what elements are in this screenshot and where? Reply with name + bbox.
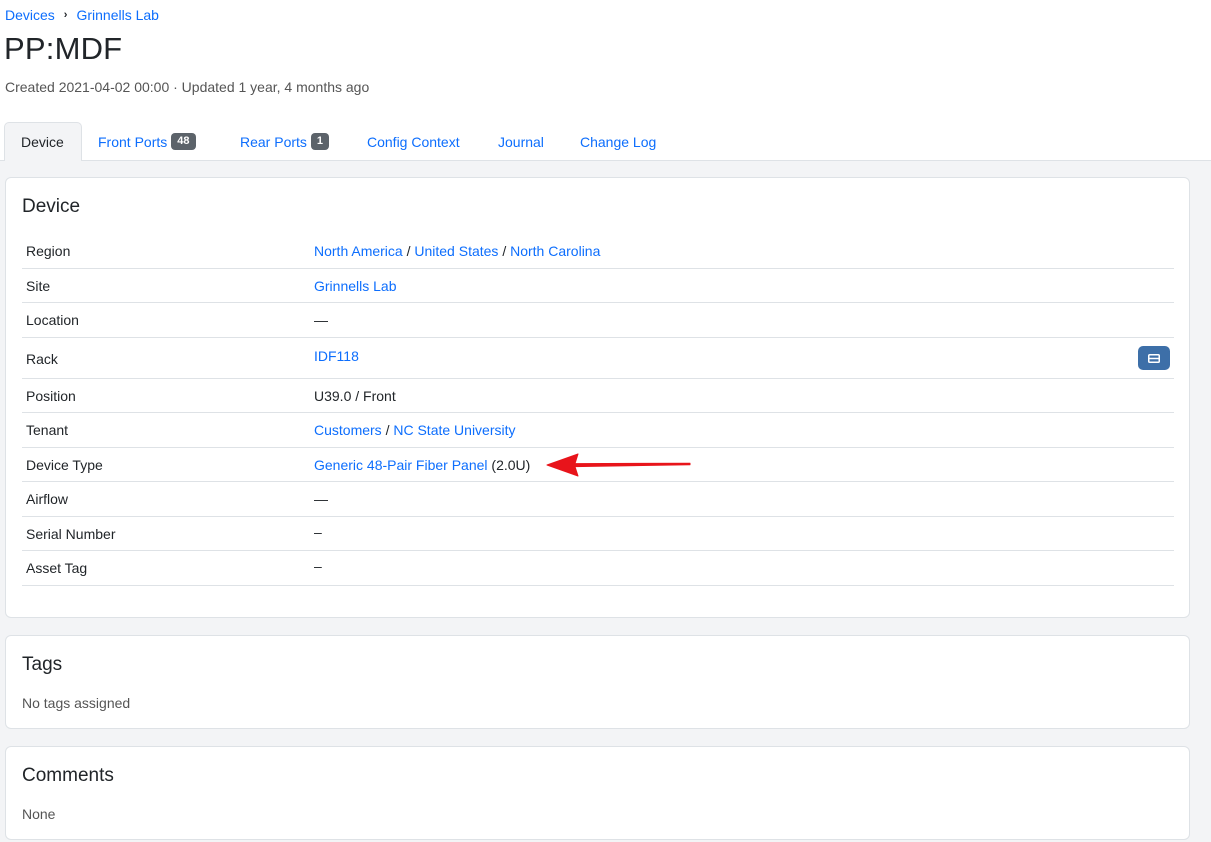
device-type-label: Device Type — [26, 457, 103, 473]
tab-change-log[interactable]: Change Log — [564, 122, 672, 161]
table-row-asset-tag: Asset Tag – — [22, 551, 1174, 586]
serial-number-label: Serial Number — [26, 526, 116, 542]
region-link-north-carolina[interactable]: North Carolina — [510, 243, 600, 259]
table-row-location: Location — — [22, 303, 1174, 338]
table-row-airflow: Airflow — — [22, 482, 1174, 517]
device-type-link[interactable]: Generic 48-Pair Fiber Panel — [314, 457, 488, 473]
table-row-position: Position U39.0 / Front — [22, 379, 1174, 413]
location-value: — — [314, 312, 328, 328]
red-arrow-icon — [546, 453, 691, 477]
region-link-north-america[interactable]: North America — [314, 243, 403, 259]
comments-card-title: Comments — [22, 765, 114, 786]
rack-label: Rack — [26, 351, 58, 367]
tab-front-ports-label: Front Ports — [98, 133, 168, 150]
breadcrumb: Devices › Grinnells Lab — [5, 7, 159, 23]
site-link[interactable]: Grinnells Lab — [314, 278, 397, 294]
airflow-label: Airflow — [26, 491, 69, 507]
table-row-site: Site Grinnells Lab — [22, 269, 1174, 303]
table-row-rack: Rack IDF118 — [22, 338, 1174, 379]
table-row-tenant: Tenant Customers / NC State University — [22, 413, 1174, 448]
table-row-device-type: Device Type Generic 48-Pair Fiber Panel … — [22, 448, 1174, 482]
serial-number-value: – — [314, 524, 322, 540]
position-label: Position — [26, 388, 76, 404]
tab-journal[interactable]: Journal — [482, 122, 560, 161]
tab-rear-ports-label: Rear Ports — [240, 133, 307, 150]
device-type-height: (2.0U) — [491, 457, 531, 473]
tenant-label: Tenant — [26, 422, 69, 438]
tags-empty-text: No tags assigned — [22, 695, 131, 711]
device-card-title: Device — [22, 196, 81, 217]
region-label: Region — [26, 243, 71, 259]
tab-front-ports[interactable]: Front Ports 48 — [82, 122, 212, 161]
asset-tag-label: Asset Tag — [26, 560, 88, 576]
page-meta: Created 2021-04-02 00:00 · Updated 1 yea… — [5, 79, 370, 95]
region-link-united-states[interactable]: United States — [414, 243, 498, 259]
comments-text: None — [22, 806, 56, 822]
airflow-value: — — [314, 491, 328, 507]
tab-config-context-label: Config Context — [367, 133, 460, 150]
tags-card: Tags No tags assigned — [5, 635, 1190, 729]
tab-rear-ports[interactable]: Rear Ports 1 — [224, 122, 345, 161]
device-type-value: Generic 48-Pair Fiber Panel (2.0U) — [314, 457, 530, 473]
rack-link[interactable]: IDF118 — [314, 348, 359, 364]
table-row-region: Region North America / United States / N… — [22, 234, 1174, 269]
tab-change-log-label: Change Log — [580, 133, 657, 150]
tab-journal-label: Journal — [498, 133, 544, 150]
region-separator: / — [502, 243, 511, 259]
location-label: Location — [26, 312, 79, 328]
tenant-value: Customers / NC State University — [314, 422, 516, 438]
rack-elevation-icon — [1148, 353, 1160, 363]
rack-elevation-button[interactable] — [1138, 346, 1170, 370]
device-card: Device Region North America / United Sta… — [5, 177, 1190, 618]
tab-device[interactable]: Device — [4, 122, 82, 162]
tags-card-title: Tags — [22, 654, 63, 675]
site-label: Site — [26, 278, 51, 294]
front-ports-count-badge: 48 — [171, 133, 196, 150]
rear-ports-count-badge: 1 — [310, 133, 330, 150]
tab-device-label: Device — [21, 134, 64, 150]
breadcrumb-separator: › — [63, 9, 68, 21]
tenant-group-link[interactable]: Customers — [314, 422, 382, 438]
tenant-link[interactable]: NC State University — [393, 422, 515, 438]
region-value: North America / United States / North Ca… — [314, 243, 600, 259]
comments-card: Comments None — [5, 746, 1190, 840]
position-value: U39.0 / Front — [314, 388, 396, 404]
breadcrumb-site-link[interactable]: Grinnells Lab — [76, 7, 159, 23]
breadcrumb-devices-link[interactable]: Devices — [5, 7, 55, 23]
tab-config-context[interactable]: Config Context — [351, 122, 476, 161]
table-row-serial-number: Serial Number – — [22, 517, 1174, 551]
asset-tag-value: – — [314, 558, 322, 574]
page-title: PP:MDF — [4, 31, 123, 66]
tab-bar: Device Front Ports 48 Rear Ports 1 Confi… — [0, 122, 1211, 162]
